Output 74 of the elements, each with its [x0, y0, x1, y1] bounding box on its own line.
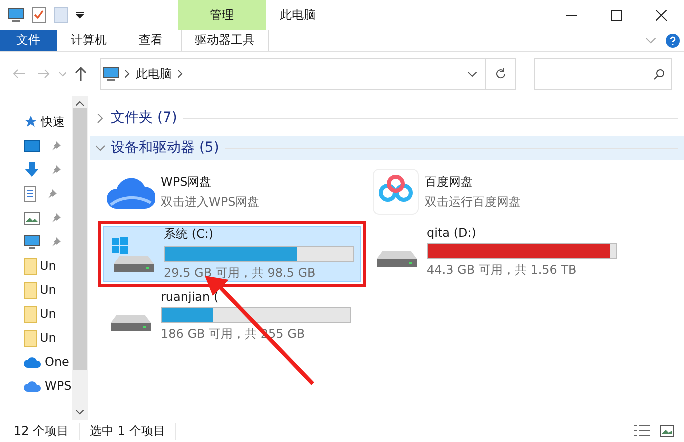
help-icon[interactable] [666, 34, 680, 48]
details-view-icon[interactable] [634, 425, 650, 437]
cloud-icon [24, 356, 42, 368]
item-name: 百度网盘 [425, 174, 474, 190]
folder-icon [24, 258, 37, 274]
hard-drive-icon [110, 314, 152, 332]
folder-icon [24, 306, 37, 322]
close-icon [656, 10, 667, 20]
item-name: WPS网盘 [161, 174, 213, 190]
drive-tile[interactable]: qita (D:) 44.3 GB 可用，共 1.56 TB [366, 224, 632, 280]
chevron-icon [96, 114, 105, 122]
cloud-icon [24, 380, 42, 392]
download-icon [24, 162, 40, 178]
folder-icon [24, 330, 37, 346]
minimize-icon [566, 14, 577, 16]
baidu-cloud-icon [373, 169, 419, 215]
maximize-icon [611, 10, 622, 20]
nav-item[interactable]: WPS [45, 379, 72, 393]
document-icon [24, 186, 36, 202]
nav-item[interactable]: One [45, 355, 70, 369]
dropdown-icon[interactable] [76, 11, 84, 19]
scroll-up-icon[interactable] [76, 101, 84, 106]
pin-icon [51, 237, 61, 247]
nav-item[interactable]: Un [40, 259, 56, 273]
desktop-icon [24, 140, 40, 152]
app-tile[interactable]: WPS网盘 双击进入WPS网盘 [100, 164, 366, 220]
chevron-icon [178, 70, 184, 78]
drive-tile[interactable]: 系统 (C:) 29.5 GB 可用，共 98.5 GB [103, 226, 361, 282]
breadcrumb[interactable]: 此电脑 [130, 66, 178, 82]
star-icon [24, 115, 38, 129]
pin-icon [51, 165, 61, 175]
search-field[interactable] [534, 58, 672, 90]
item-subtitle: 双击运行百度网盘 [425, 194, 522, 210]
nav-item[interactable]: 快速 [41, 114, 65, 130]
pin-icon [51, 141, 61, 151]
nav-item[interactable]: Un [40, 331, 56, 345]
nav-item[interactable]: Un [40, 307, 56, 321]
monitor-icon [24, 234, 40, 250]
back-arrow-icon [13, 69, 26, 79]
image-icon [24, 212, 40, 224]
search-icon [654, 68, 666, 80]
chevron-icon [96, 144, 105, 152]
address-bar[interactable]: 此电脑 [100, 58, 516, 90]
scrollbar[interactable] [72, 96, 88, 420]
folder-icon [24, 282, 37, 298]
group-header[interactable]: 设备和驱动器 (5) [90, 136, 684, 160]
item-name: 系统 (C:) [164, 226, 215, 243]
item-count: 12 个项目 [14, 422, 80, 440]
dropdown-icon[interactable] [468, 72, 478, 76]
chevron-icon [125, 70, 130, 78]
nav-item[interactable]: Un [40, 283, 56, 297]
group-header[interactable]: 文件夹 (7) [90, 106, 684, 130]
app-tile[interactable]: 百度网盘 双击运行百度网盘 [366, 164, 632, 220]
drive-size: 44.3 GB 可用，共 1.56 TB [427, 262, 578, 278]
computer-icon[interactable] [8, 8, 24, 22]
window-title: 此电脑 [279, 6, 317, 24]
hard-drive-icon [376, 250, 418, 268]
scroll-down-icon[interactable] [76, 410, 84, 415]
selection-count: 选中 1 个项目 [90, 422, 176, 440]
item-subtitle: 双击进入WPS网盘 [161, 194, 261, 210]
forward-arrow-icon [38, 69, 50, 79]
up-arrow-icon [74, 67, 87, 81]
pin-icon [51, 213, 61, 223]
item-name: ruanjian ( [161, 290, 220, 304]
computer-icon [103, 67, 120, 81]
item-name: qita (D:) [427, 226, 478, 240]
ribbon-tab[interactable]: 驱动器工具 [181, 30, 269, 51]
properties-icon[interactable] [32, 7, 46, 23]
pin-icon [47, 189, 57, 199]
refresh-icon [494, 68, 507, 80]
large-icons-view-icon[interactable] [660, 425, 674, 437]
ribbon-tab[interactable]: 文件 [0, 30, 57, 51]
context-tab-group: 管理 [178, 0, 266, 30]
drive-size: 29.5 GB 可用，共 98.5 GB [164, 265, 317, 282]
